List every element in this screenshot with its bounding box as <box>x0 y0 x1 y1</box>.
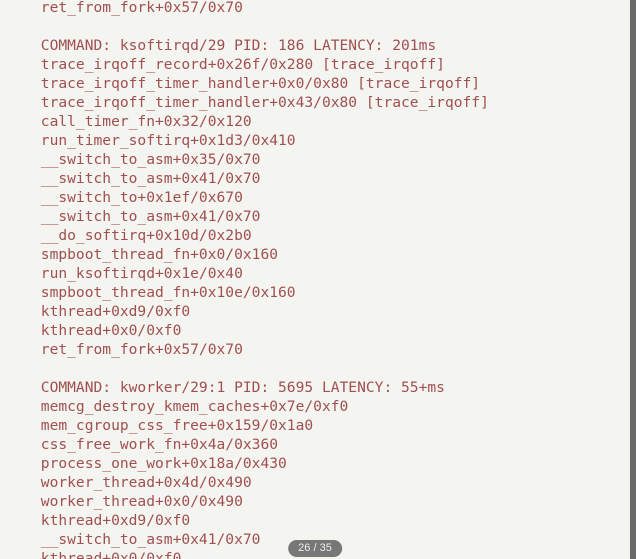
page-indicator: 26 / 35 <box>288 540 342 557</box>
page-wrap: ret_from_fork+0x57/0x70 COMMAND: ksoftir… <box>0 0 636 559</box>
trace-content: ret_from_fork+0x57/0x70 COMMAND: ksoftir… <box>32 0 618 559</box>
